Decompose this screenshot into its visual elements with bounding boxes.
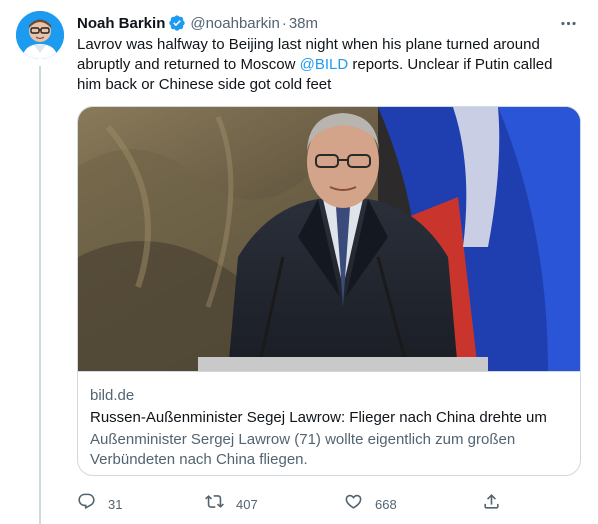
like-icon <box>344 492 363 516</box>
display-name[interactable]: Noah Barkin <box>77 15 165 32</box>
card-title: Russen-Außenminister Segej Lawrow: Flieg… <box>90 409 547 426</box>
link-card[interactable]: bild.de Russen-Außenminister Segej Lawro… <box>77 106 581 476</box>
separator-dot: · <box>281 14 287 32</box>
verified-icon <box>168 14 186 32</box>
card-domain: bild.de <box>90 387 135 404</box>
timestamp[interactable]: 38m <box>289 15 318 32</box>
reply-icon <box>77 492 96 516</box>
reply-button[interactable]: 31 <box>77 492 122 516</box>
left-rail <box>0 0 74 524</box>
card-divider <box>78 371 580 372</box>
share-button[interactable] <box>482 492 501 516</box>
handle[interactable]: @noahbarkin <box>190 15 279 32</box>
reply-count: 31 <box>108 496 123 512</box>
action-bar: 31 407 668 <box>77 492 581 516</box>
retweet-count: 407 <box>236 496 258 512</box>
tweet-header: Noah Barkin @noahbarkin · 38m <box>77 12 588 34</box>
mention-link[interactable]: @BILD <box>300 56 349 73</box>
card-description: Außenminister Sergej Lawrow (71) wollte … <box>90 431 516 468</box>
tweet-text: Lavrov was halfway to Beijing last night… <box>77 35 577 95</box>
retweet-button[interactable]: 407 <box>205 492 258 516</box>
like-button[interactable]: 668 <box>344 492 397 516</box>
thread-line <box>39 66 41 524</box>
more-icon[interactable] <box>556 12 580 34</box>
like-count: 668 <box>375 496 397 512</box>
retweet-icon <box>205 492 224 516</box>
share-icon <box>482 492 501 516</box>
card-image <box>78 107 580 372</box>
avatar[interactable] <box>16 11 64 59</box>
